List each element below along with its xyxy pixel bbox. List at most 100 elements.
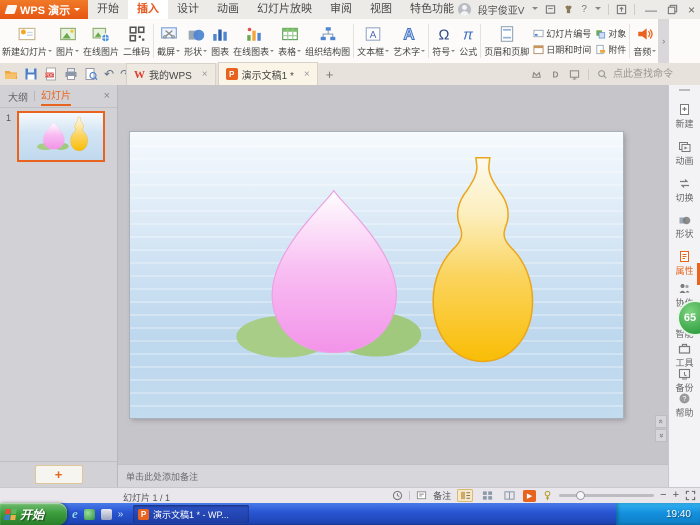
- save-icon[interactable]: [24, 67, 38, 81]
- skin-icon[interactable]: [563, 4, 574, 15]
- fullscreen-icon[interactable]: [616, 4, 627, 15]
- svg-text:PDF: PDF: [45, 73, 54, 78]
- quick-launch-icon[interactable]: [101, 509, 112, 520]
- open-file-icon[interactable]: [4, 67, 18, 81]
- restore-button[interactable]: [667, 4, 678, 15]
- sidebar-item-tools[interactable]: 工具: [669, 342, 700, 369]
- wps-app-button[interactable]: WPS 演示: [0, 0, 88, 19]
- next-slide-button[interactable]: «: [655, 429, 667, 442]
- export-pdf-icon[interactable]: PDF: [44, 67, 58, 81]
- menu-home[interactable]: 开始: [88, 0, 128, 19]
- menu-insert[interactable]: 插入: [128, 0, 168, 19]
- zoom-slider-handle[interactable]: [576, 491, 585, 500]
- header-footer-button[interactable]: 页眉和页脚: [482, 19, 531, 63]
- user-name[interactable]: 段宇俊亚V: [478, 2, 525, 17]
- tab-outline[interactable]: 大纲: [8, 89, 28, 104]
- close-button[interactable]: ×: [685, 3, 698, 17]
- user-avatar[interactable]: [458, 3, 471, 16]
- notes-bar[interactable]: 单击此处添加备注: [118, 464, 668, 487]
- taskbar-task-presentation[interactable]: P 演示文稿1 * - WP...: [133, 505, 249, 523]
- fit-to-window-icon[interactable]: [685, 490, 696, 501]
- pointer-icon[interactable]: [542, 490, 553, 501]
- slide-canvas[interactable]: « «: [118, 85, 668, 464]
- audio-button[interactable]: 音频: [631, 19, 658, 63]
- add-slide-button[interactable]: +: [35, 465, 83, 484]
- sidebar-item-properties[interactable]: 属性: [669, 250, 700, 277]
- symbol-button[interactable]: Ω 符号: [430, 19, 457, 63]
- quick-launch-overflow-icon[interactable]: »: [118, 509, 124, 520]
- shapes-button[interactable]: 形状: [182, 19, 209, 63]
- internet-explorer-icon[interactable]: e: [72, 506, 78, 522]
- qr-code-button[interactable]: 二维码: [121, 19, 152, 63]
- text-box-button[interactable]: A 文本框: [355, 19, 391, 63]
- table-button[interactable]: 表格: [276, 19, 303, 63]
- menu-special-features[interactable]: 特色功能: [401, 0, 463, 19]
- sidebar-item-transition[interactable]: 切换: [669, 177, 700, 204]
- previous-slide-button[interactable]: «: [655, 415, 667, 428]
- menu-view[interactable]: 视图: [361, 0, 401, 19]
- close-tab-icon[interactable]: ×: [202, 69, 208, 80]
- word-art-button[interactable]: A 艺术字: [391, 19, 427, 63]
- member-icon[interactable]: [531, 69, 542, 80]
- date-time-button[interactable]: 日期和时间: [533, 43, 591, 56]
- zoom-slider[interactable]: [559, 494, 654, 497]
- normal-view-button[interactable]: [457, 489, 473, 502]
- undo-button[interactable]: ↶: [104, 67, 114, 81]
- chevron-down-icon[interactable]: [532, 7, 538, 13]
- picture-button[interactable]: 图片: [54, 19, 81, 63]
- online-picture-button[interactable]: 在线图片: [81, 19, 121, 63]
- close-tab-icon[interactable]: ×: [304, 69, 310, 80]
- sidebar-item-new[interactable]: 新建: [669, 103, 700, 130]
- slide-thumbnail-1[interactable]: [17, 111, 105, 162]
- slide-1[interactable]: [130, 132, 623, 418]
- attachment-button[interactable]: 附件: [595, 43, 626, 56]
- print-preview-icon[interactable]: [84, 67, 98, 81]
- sidebar-item-backup[interactable]: 备份: [669, 367, 700, 394]
- docer-icon[interactable]: D: [550, 69, 561, 80]
- quick-launch-icon[interactable]: [84, 509, 95, 520]
- history-clock-icon[interactable]: [392, 490, 403, 501]
- command-search[interactable]: [597, 68, 695, 81]
- sidebar-item-help[interactable]: ? 帮助: [669, 392, 700, 419]
- new-slide-button[interactable]: 新建幻灯片: [0, 19, 54, 63]
- tab-my-wps[interactable]: W 我的WPS ×: [126, 63, 216, 85]
- help-icon[interactable]: ?: [581, 0, 587, 19]
- menu-slideshow[interactable]: 幻灯片放映: [248, 0, 321, 19]
- chart-button[interactable]: 图表: [209, 19, 231, 63]
- zoom-out-button[interactable]: −: [660, 489, 666, 502]
- reading-view-button[interactable]: [501, 489, 517, 502]
- search-input[interactable]: [611, 68, 695, 81]
- sidebar-collapse-handle[interactable]: [679, 89, 690, 91]
- object-button[interactable]: 对象: [595, 27, 626, 40]
- sidebar-item-shape[interactable]: 形状: [669, 213, 700, 240]
- screenshot-button[interactable]: 截屏: [155, 19, 182, 63]
- notes-icon[interactable]: [416, 490, 427, 501]
- chevron-down-icon[interactable]: [595, 7, 601, 13]
- tab-slides[interactable]: 幻灯片: [41, 87, 71, 106]
- sidebar-item-animation[interactable]: 动画: [669, 140, 700, 167]
- menu-animation[interactable]: 动画: [208, 0, 248, 19]
- close-panel-icon[interactable]: ×: [104, 90, 110, 102]
- vertical-scrollbar[interactable]: « «: [655, 85, 667, 464]
- org-chart-button[interactable]: 组织结构图: [303, 19, 352, 63]
- taskpane-icon[interactable]: [569, 69, 580, 80]
- print-icon[interactable]: [64, 67, 78, 81]
- online-chart-button[interactable]: 在线图表: [231, 19, 276, 63]
- slide-sorter-view-button[interactable]: [479, 489, 495, 502]
- menu-design[interactable]: 设计: [168, 0, 208, 19]
- slide-number-button[interactable]: 幻灯片编号: [533, 27, 591, 40]
- notes-toggle[interactable]: 备注: [433, 489, 451, 502]
- tab-presentation-1[interactable]: P 演示文稿1 * ×: [218, 62, 318, 85]
- minimize-button[interactable]: —: [642, 3, 660, 17]
- start-button[interactable]: 开始: [0, 503, 67, 525]
- audio-icon: [636, 25, 654, 43]
- ribbon-collapse-button[interactable]: ›: [658, 19, 669, 63]
- new-tab-button[interactable]: +: [320, 64, 340, 85]
- formula-button[interactable]: π 公式: [457, 19, 479, 63]
- zoom-in-button[interactable]: +: [673, 489, 679, 502]
- menu-review[interactable]: 审阅: [321, 0, 361, 19]
- play-slideshow-button[interactable]: ▶: [523, 490, 536, 502]
- titlebar-right: 段宇俊亚V ? — ×: [458, 0, 698, 19]
- clock[interactable]: 19:40: [666, 509, 691, 520]
- message-icon[interactable]: [545, 4, 556, 15]
